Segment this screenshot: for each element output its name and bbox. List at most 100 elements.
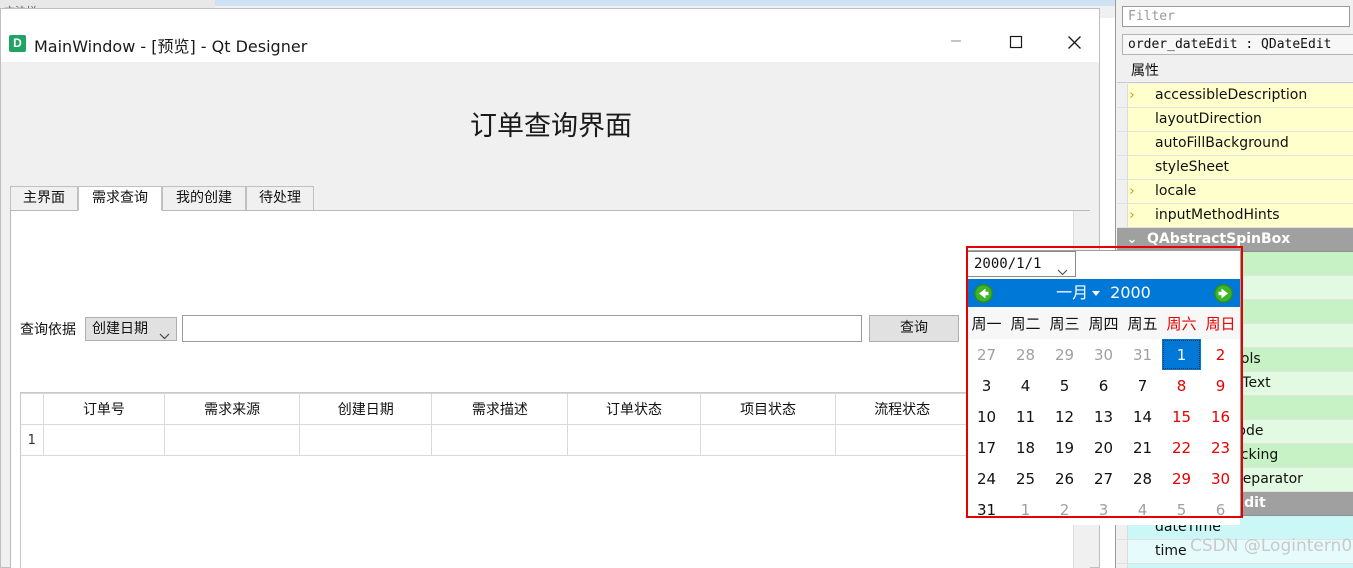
- table-column-header[interactable]: 需求来源: [164, 393, 300, 425]
- calendar-day[interactable]: 7: [1123, 370, 1162, 401]
- chevron-right-icon[interactable]: ›: [1125, 204, 1139, 227]
- orders-table-body: 1: [21, 424, 1079, 568]
- table-cell[interactable]: [431, 424, 569, 456]
- next-month-button[interactable]: [1213, 283, 1234, 308]
- calendar-day[interactable]: 5: [1045, 370, 1084, 401]
- close-button[interactable]: [1051, 25, 1097, 55]
- table-cell[interactable]: [164, 424, 300, 456]
- table-cell[interactable]: [298, 424, 433, 456]
- table-empty-cell: [21, 455, 44, 568]
- property-filter-input[interactable]: Filter: [1122, 6, 1350, 27]
- tab-2[interactable]: 我的创建: [162, 186, 246, 211]
- chevron-down-icon[interactable]: ⌄: [1125, 228, 1139, 251]
- table-column-header[interactable]: 订单号: [42, 393, 166, 425]
- calendar-day[interactable]: 31: [1123, 339, 1162, 370]
- calendar-day[interactable]: 16: [1201, 401, 1240, 432]
- calendar-day[interactable]: 5: [1162, 494, 1201, 525]
- calendar-day[interactable]: 30: [1084, 339, 1123, 370]
- property-row[interactable]: time: [1117, 540, 1353, 564]
- property-row[interactable]: layoutDirection: [1117, 108, 1353, 132]
- calendar-day[interactable]: 22: [1162, 432, 1201, 463]
- calendar-popup[interactable]: 2000/1/1 一月 2000 周一 周二 周三 周四 周五 周六 周日 27…: [966, 250, 1241, 525]
- calendar-day[interactable]: 29: [1162, 463, 1201, 494]
- calendar-year-label[interactable]: 2000: [1110, 283, 1151, 302]
- minimize-button[interactable]: [933, 25, 979, 55]
- calendar-day[interactable]: 8: [1162, 370, 1201, 401]
- property-group-header[interactable]: ⌄ QAbstractSpinBox: [1117, 228, 1353, 252]
- calendar-day[interactable]: 21: [1123, 432, 1162, 463]
- calendar-weekday-header: 周四: [1084, 307, 1123, 339]
- chevron-right-icon[interactable]: ›: [1125, 180, 1139, 203]
- table-cell[interactable]: [42, 424, 166, 456]
- chevron-right-icon[interactable]: ›: [1125, 84, 1139, 107]
- calendar-day[interactable]: 23: [1201, 432, 1240, 463]
- calendar-day[interactable]: 11: [1006, 401, 1045, 432]
- calendar-day[interactable]: 4: [1006, 370, 1045, 401]
- calendar-day[interactable]: 24: [967, 463, 1006, 494]
- property-name: accessibleDescription: [1155, 87, 1308, 103]
- calendar-day[interactable]: 29: [1045, 339, 1084, 370]
- calendar-day[interactable]: 15: [1162, 401, 1201, 432]
- date-edit-field[interactable]: 2000/1/1: [967, 251, 1076, 277]
- table-column-header[interactable]: 需求描述: [431, 393, 569, 425]
- calendar-day[interactable]: 2: [1045, 494, 1084, 525]
- tab-3[interactable]: 待处理: [246, 186, 314, 211]
- calendar-day[interactable]: 20: [1084, 432, 1123, 463]
- calendar-day[interactable]: 17: [967, 432, 1006, 463]
- calendar-day[interactable]: 6: [1201, 494, 1240, 525]
- property-row[interactable]: autoFillBackground: [1117, 132, 1353, 156]
- prev-month-button[interactable]: [973, 283, 994, 308]
- table-row[interactable]: 1: [21, 424, 1079, 456]
- calendar-day[interactable]: 13: [1084, 401, 1123, 432]
- table-empty-cell: [299, 455, 432, 568]
- property-row[interactable]: date: [1117, 564, 1353, 568]
- table-cell[interactable]: [699, 424, 837, 456]
- calendar-day[interactable]: 28: [1006, 339, 1045, 370]
- calendar-day[interactable]: 3: [967, 370, 1006, 401]
- calendar-day[interactable]: 10: [967, 401, 1006, 432]
- calendar-day[interactable]: 27: [1084, 463, 1123, 494]
- calendar-day[interactable]: 27: [967, 339, 1006, 370]
- date-edit-value: 2000/1/1: [974, 256, 1042, 272]
- chevron-down-icon[interactable]: [1092, 291, 1101, 296]
- table-column-header[interactable]: 订单状态: [567, 393, 701, 425]
- property-row[interactable]: › accessibleDescription: [1117, 84, 1353, 108]
- query-submit-button[interactable]: 查询: [869, 315, 959, 342]
- table-column-header[interactable]: 项目状态: [699, 393, 837, 425]
- calendar-day[interactable]: 2: [1201, 339, 1240, 370]
- property-row[interactable]: › locale: [1117, 180, 1353, 204]
- calendar-grid[interactable]: 周一 周二 周三 周四 周五 周六 周日 27 28 29 30 31 1 2 3 4 5 6 7 8 9 10 11 12…: [967, 307, 1240, 525]
- table-cell[interactable]: [567, 424, 701, 456]
- calendar-day[interactable]: 1: [1006, 494, 1045, 525]
- maximize-button[interactable]: [993, 25, 1039, 55]
- calendar-day[interactable]: 14: [1123, 401, 1162, 432]
- query-keyword-input[interactable]: [182, 315, 862, 342]
- tab-0[interactable]: 主界面: [10, 186, 78, 211]
- calendar-day[interactable]: 25: [1006, 463, 1045, 494]
- window-titlebar[interactable]: D MainWindow - [预览] - Qt Designer: [1, 9, 1099, 62]
- query-basis-select[interactable]: 创建日期: [85, 317, 177, 341]
- property-row[interactable]: › inputMethodHints: [1117, 204, 1353, 228]
- calendar-day[interactable]: 6: [1084, 370, 1123, 401]
- calendar-day[interactable]: 28: [1123, 463, 1162, 494]
- calendar-day[interactable]: 9: [1201, 370, 1240, 401]
- calendar-day[interactable]: 3: [1084, 494, 1123, 525]
- tab-1[interactable]: 需求查询: [78, 186, 162, 211]
- preview-window: D MainWindow - [预览] - Qt Designer 订单查询界面: [0, 8, 1100, 568]
- calendar-day-selected[interactable]: 1: [1162, 339, 1201, 370]
- property-row[interactable]: styleSheet: [1117, 156, 1353, 180]
- calendar-month-label[interactable]: 一月: [1056, 283, 1088, 302]
- calendar-weekday-header: 周六: [1162, 307, 1201, 339]
- calendar-day[interactable]: 19: [1045, 432, 1084, 463]
- calendar-day[interactable]: 30: [1201, 463, 1240, 494]
- property-gutter: [1117, 156, 1128, 179]
- table-column-header[interactable]: 创建日期: [298, 393, 433, 425]
- calendar-day[interactable]: 18: [1006, 432, 1045, 463]
- calendar-day[interactable]: 4: [1123, 494, 1162, 525]
- calendar-day[interactable]: 31: [967, 494, 1006, 525]
- calendar-day[interactable]: 26: [1045, 463, 1084, 494]
- table-column-header[interactable]: 流程状态: [835, 393, 969, 425]
- table-cell[interactable]: [835, 424, 969, 456]
- calendar-day-body[interactable]: 27 28 29 30 31 1 2 3 4 5 6 7 8 9 10 11 12 13 14 15 16 17 18 19 2…: [967, 339, 1240, 525]
- calendar-day[interactable]: 12: [1045, 401, 1084, 432]
